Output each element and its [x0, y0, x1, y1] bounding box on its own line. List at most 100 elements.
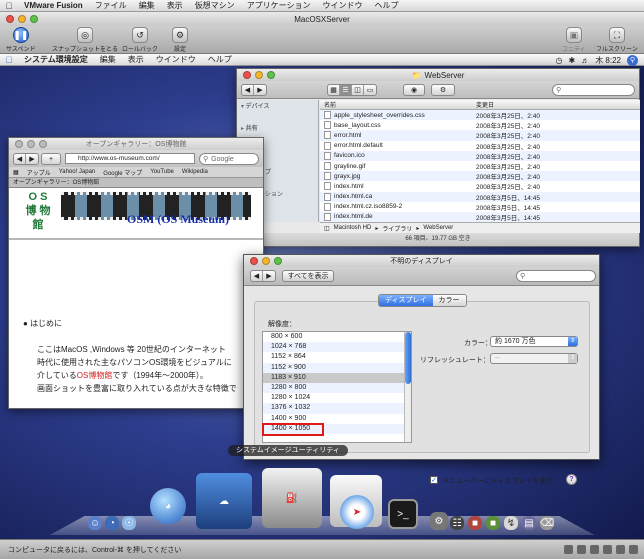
- os-museum-link[interactable]: OS博物館: [77, 371, 113, 380]
- file-row[interactable]: index.html 2008年3月25日、2:40: [320, 181, 640, 191]
- guest-menu-view[interactable]: 表示: [122, 54, 150, 65]
- guest-apple-menu-icon[interactable]: : [0, 55, 18, 65]
- bookmark-item[interactable]: Google マップ: [103, 168, 142, 177]
- safari-tab[interactable]: オープンギャラリー：OS博物館: [9, 178, 263, 188]
- network-icon[interactable]: [590, 545, 599, 554]
- safari-back-button[interactable]: ◀: [14, 154, 26, 164]
- file-row[interactable]: index.html.de 2008年3月5日、14:45: [320, 211, 640, 222]
- tab-display[interactable]: ディスプレイ: [379, 295, 433, 306]
- safari-add-bookmark-button[interactable]: +: [41, 153, 61, 165]
- sidebar-item[interactable]: [237, 111, 318, 122]
- host-app-menu[interactable]: VMware Fusion: [18, 1, 89, 10]
- sidebar-item[interactable]: ▾ デバイス: [237, 100, 318, 111]
- resolution-option[interactable]: 800 × 600: [263, 332, 411, 342]
- list-view-button[interactable]: ☰: [340, 85, 352, 95]
- file-row[interactable]: apple_stylesheet_overrides.css 2008年3月25日…: [320, 110, 640, 121]
- dashboard-dock-icon[interactable]: ◔: [105, 516, 119, 530]
- snapshot-button[interactable]: ◎ スナップショットをとる: [52, 27, 118, 53]
- app-dock-icon[interactable]: ■: [468, 516, 482, 530]
- host-menu-edit[interactable]: 編集: [133, 0, 161, 11]
- name-column-header[interactable]: 名前: [320, 100, 470, 109]
- safari-search-input[interactable]: ⚲ Google: [199, 153, 259, 165]
- safari-dock-icon[interactable]: ☉: [122, 516, 136, 530]
- finder-search-input[interactable]: ⚲: [552, 84, 635, 96]
- close-button[interactable]: [6, 15, 14, 23]
- host-menu-help[interactable]: ヘルプ: [369, 0, 405, 11]
- apple-menu-icon[interactable]: : [0, 1, 18, 11]
- refresh-rate-popup[interactable]: -- ⇕: [490, 353, 578, 364]
- guest-screen[interactable]:  システム環境設定 編集 表示 ウインドウ ヘルプ ◷ ✱ ♬ 木 8:22 …: [0, 54, 644, 539]
- menubar-display-checkbox[interactable]: ✓: [430, 476, 438, 484]
- file-row[interactable]: grayline.gif 2008年3月25日、2:40: [320, 161, 640, 171]
- date-column-header[interactable]: 変更日: [470, 100, 580, 109]
- network-utility-dock-icon[interactable]: ◕: [150, 488, 186, 524]
- file-row[interactable]: error.html 2008年3月25日、2:40: [320, 130, 640, 141]
- app-dock-icon[interactable]: ■: [486, 516, 500, 530]
- minimize-button[interactable]: [18, 15, 26, 23]
- file-row[interactable]: base_layout.css 2008年3月25日、2:40: [320, 120, 640, 130]
- guest-app-menu[interactable]: システム環境設定: [18, 54, 94, 65]
- cdrom-icon[interactable]: [577, 545, 586, 554]
- system-image-utility-dock-icon[interactable]: ☁: [196, 473, 252, 529]
- resolution-option[interactable]: 1152 × 864: [263, 352, 411, 362]
- resolution-option[interactable]: 1376 × 1032: [263, 403, 411, 414]
- safari-close-button[interactable]: [15, 140, 23, 148]
- bookmark-item[interactable]: Yahoo! Japan: [59, 169, 96, 175]
- resolution-option[interactable]: 1280 × 1024: [263, 393, 411, 403]
- url-field[interactable]: http://www.os-museum.com/: [65, 153, 195, 164]
- host-menu-vm[interactable]: 仮想マシン: [189, 0, 241, 11]
- guest-menu-edit[interactable]: 編集: [94, 54, 122, 65]
- back-button[interactable]: ◀: [242, 85, 254, 95]
- finder-dock-icon[interactable]: ☺: [88, 516, 102, 530]
- sidebar-item[interactable]: ▸ 共有: [237, 122, 318, 133]
- fullscreen-button[interactable]: ⛶ フルスクリーン: [596, 27, 638, 53]
- safari-forward-button[interactable]: ▶: [26, 154, 38, 164]
- time-machine-icon[interactable]: ◷: [556, 56, 563, 65]
- file-row[interactable]: index.html.ca 2008年3月5日、14:45: [320, 191, 640, 202]
- guest-menu-window[interactable]: ウインドウ: [150, 54, 202, 65]
- downloads-dock-icon[interactable]: ↯: [504, 516, 518, 530]
- path-item[interactable]: WebServer: [423, 225, 453, 231]
- host-menu-file[interactable]: ファイル: [89, 0, 133, 11]
- path-item[interactable]: Macintosh HD: [334, 225, 372, 231]
- path-item[interactable]: ライブラリ: [382, 224, 412, 233]
- suspend-button[interactable]: ❚❚ サスペンド: [6, 27, 35, 53]
- safari-compass-icon[interactable]: ➤: [340, 495, 374, 529]
- help-button[interactable]: ?: [566, 474, 577, 485]
- color-depth-popup[interactable]: 約 1670 万色 ⇕: [490, 336, 578, 347]
- trash-dock-icon[interactable]: ⌫: [540, 516, 554, 530]
- system-preferences-dock-icon[interactable]: ⚙: [430, 512, 448, 530]
- bookmark-item[interactable]: YouTube: [150, 169, 174, 175]
- prefs-back-button[interactable]: ◀: [251, 271, 263, 281]
- spotlight-icon[interactable]: ⚲: [627, 54, 638, 66]
- quicklook-button[interactable]: ◉: [403, 84, 425, 96]
- show-all-button[interactable]: すべてを表示: [282, 270, 334, 282]
- tab-color[interactable]: カラー: [432, 295, 466, 306]
- host-menu-view[interactable]: 表示: [161, 0, 189, 11]
- file-row[interactable]: grayx.jpg 2008年3月25日、2:40: [320, 171, 640, 182]
- prefs-search-input[interactable]: ⚲: [516, 270, 596, 282]
- guest-clock[interactable]: 木 8:22: [595, 55, 621, 66]
- forward-button[interactable]: ▶: [254, 85, 266, 95]
- finder-zoom-button[interactable]: [267, 71, 275, 79]
- host-menu-apps[interactable]: アプリケーション: [241, 0, 317, 11]
- prefs-zoom-button[interactable]: [274, 257, 282, 265]
- prefs-close-button[interactable]: [250, 257, 258, 265]
- action-button[interactable]: ⚙: [431, 84, 455, 96]
- prefs-forward-button[interactable]: ▶: [263, 271, 275, 281]
- bluetooth-icon[interactable]: ✱: [569, 56, 576, 65]
- host-menu-window[interactable]: ウインドウ: [317, 0, 369, 11]
- icon-view-button[interactable]: ▦: [328, 85, 340, 95]
- volume-icon[interactable]: ♬: [581, 56, 589, 65]
- file-row[interactable]: error.html.default 2008年3月25日、2:40: [320, 141, 640, 151]
- bookmark-item[interactable]: Wikipedia: [182, 169, 208, 175]
- hdd-icon[interactable]: [564, 545, 573, 554]
- unity-button[interactable]: ▣ ユニティ: [562, 27, 586, 53]
- file-row[interactable]: favicon.ico 2008年3月25日、2:40: [320, 150, 640, 161]
- prefs-minimize-button[interactable]: [262, 257, 270, 265]
- rollback-button[interactable]: ↺ ロールバック: [122, 27, 158, 53]
- coverflow-view-button[interactable]: ▭: [364, 85, 376, 95]
- server-admin-dock-icon[interactable]: ⛽: [262, 468, 322, 528]
- settings-button[interactable]: ⚙ 設定: [172, 27, 188, 53]
- file-row[interactable]: index.html.cz.iso8859-2 2008年3月5日、14:45: [320, 202, 640, 212]
